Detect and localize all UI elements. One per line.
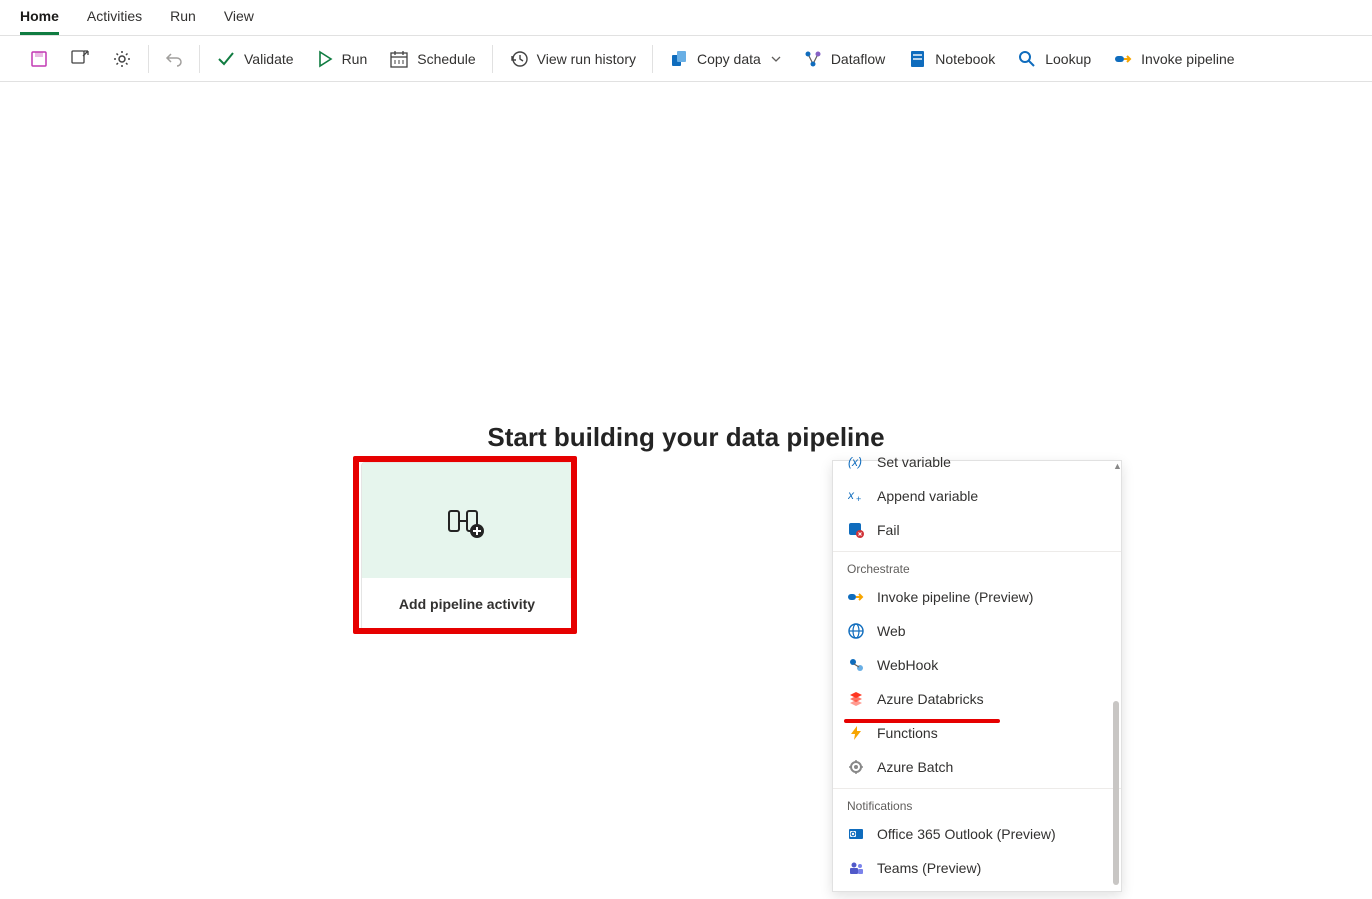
gear-icon [112,49,132,69]
schedule-label: Schedule [417,51,475,67]
svg-text:(x): (x) [848,455,862,469]
tab-view[interactable]: View [224,8,254,35]
run-label: Run [342,51,368,67]
copy-data-button[interactable]: Copy data [665,43,785,75]
search-icon [1017,49,1037,69]
scroll-thumb[interactable] [1113,701,1119,885]
menu-item-label: Azure Databricks [877,691,984,707]
pipeline-activity-icon [447,503,487,539]
menu-item-label: Fail [877,522,900,538]
save-as-button[interactable] [66,43,94,75]
tab-activities[interactable]: Activities [87,8,142,35]
outlook-icon [847,825,865,843]
start-cards: Add pipeline activity task to start [0,462,1372,631]
menu-item-append-variable[interactable]: x+ Append variable [833,479,1121,513]
pipeline-icon [1113,49,1133,69]
notebook-label: Notebook [935,51,995,67]
menu-item-label: Set variable [877,454,951,470]
validate-label: Validate [244,51,294,67]
undo-icon [165,50,183,68]
calendar-icon [389,49,409,69]
undo-button[interactable] [161,43,187,75]
pipeline-canvas[interactable]: Start building your data pipeline Add pi… [0,82,1372,899]
history-label: View run history [537,51,636,67]
dataflow-icon [803,49,823,69]
invoke-pipeline-label: Invoke pipeline [1141,51,1234,67]
chevron-down-icon [771,54,781,64]
dataflow-button[interactable]: Dataflow [799,43,889,75]
menu-item-azure-databricks[interactable]: Azure Databricks [833,682,1121,716]
menu-item-label: Functions [877,725,938,741]
menu-item-fail[interactable]: Fail [833,513,1121,547]
lookup-button[interactable]: Lookup [1013,43,1095,75]
tab-home[interactable]: Home [20,8,59,35]
fail-icon [847,521,865,539]
run-button[interactable]: Run [312,43,372,75]
menu-header-notifications: Notifications [833,788,1121,817]
menu-item-label: Web [877,623,906,639]
notebook-button[interactable]: Notebook [903,43,999,75]
save-as-icon [70,49,90,69]
menu-item-set-variable[interactable]: (x) Set variable [833,453,1121,479]
copy-data-label: Copy data [697,51,761,67]
menu-item-webhook[interactable]: WebHook [833,648,1121,682]
annotation-underline [844,719,1000,723]
canvas-heading: Start building your data pipeline [0,422,1372,453]
append-variable-icon: x+ [847,487,865,505]
menu-scrollbar[interactable]: ▲ [1113,461,1119,885]
play-icon [316,50,334,68]
web-icon [847,622,865,640]
menu-item-azure-batch[interactable]: Azure Batch [833,750,1121,784]
tab-run[interactable]: Run [170,8,196,35]
menu-item-office365[interactable]: Office 365 Outlook (Preview) [833,817,1121,851]
variable-icon: (x) [847,453,865,471]
check-icon [216,49,236,69]
history-button[interactable]: View run history [505,43,640,75]
schedule-button[interactable]: Schedule [385,43,479,75]
menu-item-label: WebHook [877,657,938,673]
settings-button[interactable] [108,43,136,75]
lookup-label: Lookup [1045,51,1091,67]
menu-item-web[interactable]: Web [833,614,1121,648]
copy-data-icon [669,49,689,69]
ribbon-tabs: Home Activities Run View [0,0,1372,36]
databricks-icon [847,690,865,708]
menu-item-label: Invoke pipeline (Preview) [877,589,1033,605]
webhook-icon [847,656,865,674]
add-activity-label: Add pipeline activity [362,578,572,630]
activity-dropdown-menu: (x) Set variable x+ Append variable Fail… [832,460,1122,892]
functions-icon [847,724,865,742]
svg-text:x: x [848,488,855,502]
save-button[interactable] [26,43,52,75]
invoke-pipeline-button[interactable]: Invoke pipeline [1109,43,1238,75]
pipeline-icon [847,588,865,606]
notebook-icon [907,49,927,69]
add-activity-art [362,463,572,578]
history-icon [509,49,529,69]
menu-header-orchestrate: Orchestrate [833,551,1121,580]
validate-button[interactable]: Validate [212,43,298,75]
scroll-up-arrow[interactable]: ▲ [1113,461,1119,471]
svg-text:+: + [856,494,861,504]
ribbon-toolbar: Validate Run Schedule View run history C… [0,36,1372,82]
menu-item-teams[interactable]: Teams (Preview) [833,851,1121,885]
menu-item-invoke-pipeline[interactable]: Invoke pipeline (Preview) [833,580,1121,614]
menu-item-label: Teams (Preview) [877,860,981,876]
menu-item-label: Append variable [877,488,978,504]
save-icon [30,50,48,68]
menu-item-label: Azure Batch [877,759,953,775]
menu-item-label: Office 365 Outlook (Preview) [877,826,1056,842]
add-activity-card[interactable]: Add pipeline activity [361,462,573,631]
batch-icon [847,758,865,776]
dataflow-label: Dataflow [831,51,885,67]
teams-icon [847,859,865,877]
